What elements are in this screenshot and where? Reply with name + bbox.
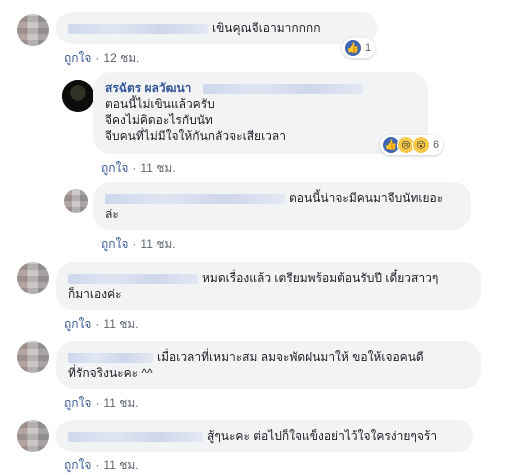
timestamp[interactable]: 11 ชม. <box>140 161 175 175</box>
comment-line: ที่รักจริงนะคะ ^^ <box>68 366 153 380</box>
avatar[interactable] <box>17 420 49 452</box>
like-button[interactable]: ถูกใจ <box>64 396 91 410</box>
blurred-author-name[interactable] <box>68 23 208 34</box>
comment-line: ล่ะ <box>105 207 119 221</box>
author-name[interactable]: สรฉัตร ผลวัฒนา <box>105 81 191 95</box>
comment-line: เมื่อเวลาที่เหมาะสม ลมจะพัดฝนมาให้ ขอให้… <box>157 350 424 364</box>
blurred-tag[interactable] <box>202 83 363 94</box>
separator-dot: · <box>95 51 100 65</box>
reaction-count: 1 <box>365 42 372 54</box>
comment-bubble: หมดเรื่องแล้ว เตรียมพร้อมต้อนรับปี เดี๋ย… <box>56 262 481 310</box>
like-button[interactable]: ถูกใจ <box>64 317 91 331</box>
reply-bubble: สรฉัตร ผลวัฒนา ตอนนี้ไม่เขินแล้วครับ จีค… <box>93 72 428 154</box>
wow-icon: 😮 <box>412 136 430 154</box>
timestamp[interactable]: 11 ชม. <box>140 237 175 251</box>
avatar[interactable] <box>17 14 49 46</box>
timestamp[interactable]: 11 ชม. <box>103 317 138 331</box>
reaction-summary[interactable]: 👍 😢 😮 6 <box>380 135 444 155</box>
comment-line: ตอนนี้น่าจะมีคนมาจีบนัทเยอะ <box>289 191 444 205</box>
like-icon: 👍 <box>344 39 362 57</box>
comment-line: หมดเรื่องแล้ว เตรียมพร้อมต้อนรับปี เดี๋ย… <box>202 271 439 285</box>
like-button[interactable]: ถูกใจ <box>101 237 128 251</box>
separator-dot: · <box>132 237 137 251</box>
avatar[interactable] <box>64 189 88 213</box>
separator-dot: · <box>132 161 137 175</box>
like-button[interactable]: ถูกใจ <box>64 51 91 65</box>
separator-dot: · <box>95 458 100 472</box>
comment-bubble: เขินคุณจีเอามากกกก <box>56 12 378 44</box>
comment-meta: ถูกใจ · 12 ชม. <box>64 49 140 68</box>
separator-dot: · <box>95 396 100 410</box>
avatar[interactable] <box>17 262 49 294</box>
blurred-author-name[interactable] <box>68 273 198 284</box>
comment-text: เขินคุณจีเอามากกกก <box>212 21 321 35</box>
timestamp[interactable]: 11 ชม. <box>103 458 138 472</box>
avatar[interactable] <box>17 341 49 373</box>
comment-meta: ถูกใจ · 11 ชม. <box>101 235 176 254</box>
blurred-author-name[interactable] <box>105 193 285 204</box>
comment-meta: ถูกใจ · 11 ชม. <box>64 394 139 413</box>
comment-line: ตอนนี้ไม่เขินแล้วครับ <box>105 97 215 111</box>
comment-meta: ถูกใจ · 11 ชม. <box>64 456 139 475</box>
blurred-author-name[interactable] <box>68 431 203 442</box>
comment-line: จีคงไม่คิดอะไรกับนัท <box>105 113 213 127</box>
comment-bubble: สู้ๆนะคะ ต่อไปก็ใจแข็งอย่าไว้ใจใครง่ายๆจ… <box>56 420 473 452</box>
comment-bubble: เมื่อเวลาที่เหมาะสม ลมจะพัดฝนมาให้ ขอให้… <box>56 341 481 389</box>
like-button[interactable]: ถูกใจ <box>101 161 128 175</box>
comment-text: สู้ๆนะคะ ต่อไปก็ใจแข็งอย่าไว้ใจใครง่ายๆจ… <box>207 429 438 443</box>
reaction-summary[interactable]: 👍 1 <box>342 38 376 58</box>
like-button[interactable]: ถูกใจ <box>64 458 91 472</box>
comment-line: ก็มาเองค่ะ <box>68 287 122 301</box>
timestamp[interactable]: 12 ชม. <box>103 51 139 65</box>
comment-line: จีบคนที่ไม่มีใจให้กันกลัวจะเสียเวลา <box>105 129 286 143</box>
blurred-author-name[interactable] <box>68 352 153 363</box>
separator-dot: · <box>95 317 100 331</box>
avatar[interactable] <box>62 80 94 112</box>
reply-bubble: ตอนนี้น่าจะมีคนมาจีบนัทเยอะ ล่ะ <box>93 182 471 230</box>
reaction-count: 6 <box>433 139 440 151</box>
timestamp[interactable]: 11 ชม. <box>103 396 138 410</box>
comment-meta: ถูกใจ · 11 ชม. <box>64 315 139 334</box>
comment-meta: ถูกใจ · 11 ชม. <box>101 159 176 178</box>
